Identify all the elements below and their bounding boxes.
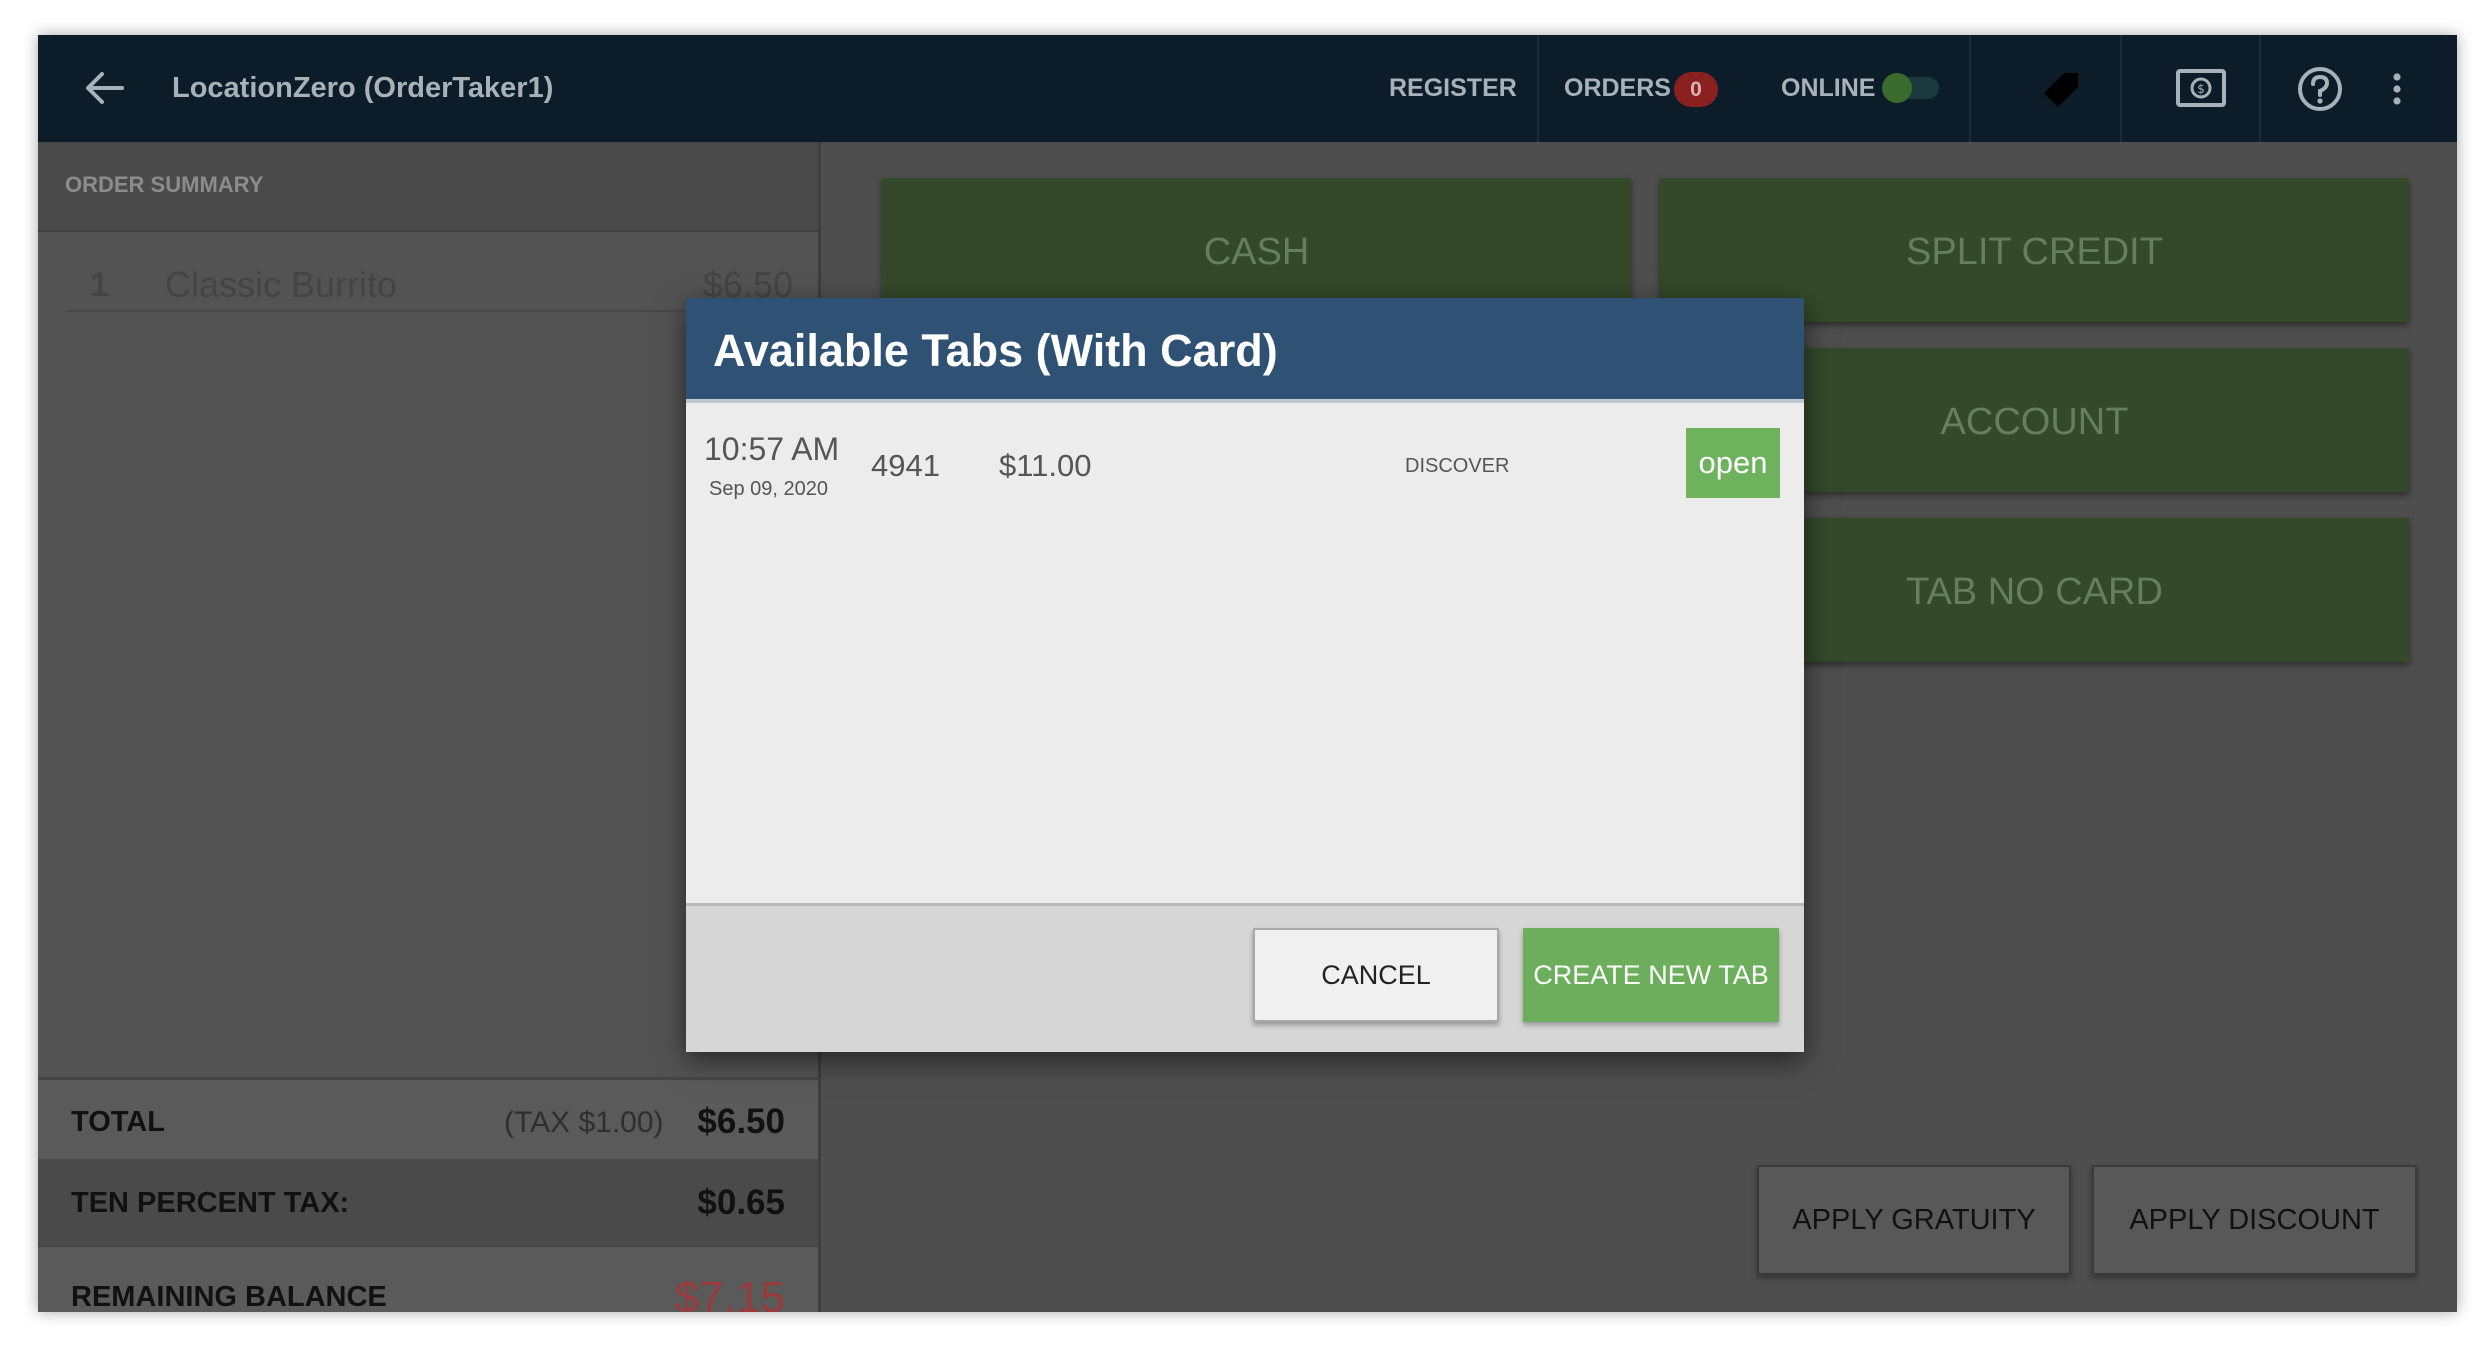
- remaining-balance-label: REMAINING BALANCE: [71, 1281, 387, 1312]
- apply-discount-button[interactable]: APPLY DISCOUNT: [2092, 1165, 2417, 1275]
- app-window: LocationZero (OrderTaker1) REGISTER ORDE…: [38, 35, 2457, 1312]
- remaining-balance-row: REMAINING BALANCE $7.15: [38, 1245, 818, 1312]
- cash-drawer-icon[interactable]: $: [2175, 68, 2227, 108]
- tab-card-type: DISCOVER: [1405, 455, 1510, 477]
- tag-icon[interactable]: [2038, 67, 2084, 113]
- apply-gratuity-button[interactable]: APPLY GRATUITY: [1757, 1165, 2071, 1275]
- create-new-tab-button[interactable]: CREATE NEW TAB: [1523, 928, 1779, 1022]
- order-summary-header: ORDER SUMMARY: [38, 142, 818, 232]
- tab-number: 4941: [871, 448, 940, 483]
- dialog-title: Available Tabs (With Card): [713, 325, 1278, 376]
- svg-text:$: $: [2197, 82, 2205, 96]
- tax-note: (TAX $1.00): [504, 1106, 664, 1139]
- tab-row[interactable]: 10:57 AM Sep 09, 2020 4941 $11.00 DISCOV…: [686, 403, 1804, 523]
- item-quantity: 1: [90, 266, 109, 304]
- back-arrow-icon[interactable]: [82, 68, 126, 108]
- nav-divider: [1969, 35, 1971, 142]
- tax-row: TEN PERCENT TAX: $0.65: [38, 1159, 818, 1245]
- tab-date: Sep 09, 2020: [709, 478, 828, 500]
- more-vert-icon[interactable]: [2391, 71, 2403, 107]
- order-item-row[interactable]: 1 Classic Burrito $6.50: [65, 256, 793, 312]
- tab-open-button[interactable]: open: [1686, 428, 1780, 498]
- help-icon[interactable]: [2296, 65, 2344, 113]
- register-link[interactable]: REGISTER: [1389, 35, 1517, 142]
- nav-divider: [1537, 35, 1539, 142]
- orders-link[interactable]: ORDERS: [1564, 35, 1671, 142]
- cancel-button[interactable]: CANCEL: [1253, 928, 1499, 1022]
- nav-divider: [2259, 35, 2261, 142]
- dialog-header: Available Tabs (With Card): [686, 298, 1804, 403]
- total-label: TOTAL: [71, 1106, 165, 1138]
- tax-value: $0.65: [697, 1183, 785, 1222]
- orders-count-badge: 0: [1674, 72, 1718, 107]
- total-row: TOTAL (TAX $1.00) $6.50: [38, 1077, 818, 1160]
- online-label: ONLINE: [1781, 74, 1876, 102]
- top-bar: LocationZero (OrderTaker1) REGISTER ORDE…: [38, 35, 2457, 142]
- nav-divider: [2120, 35, 2122, 142]
- tab-amount: $11.00: [999, 448, 1092, 483]
- remaining-balance-value: $7.15: [674, 1273, 785, 1312]
- item-name: Classic Burrito: [165, 264, 398, 305]
- online-toggle-knob[interactable]: [1882, 73, 1912, 103]
- tab-time: 10:57 AM: [704, 431, 840, 467]
- total-value: $6.50: [697, 1102, 785, 1141]
- order-summary-heading: ORDER SUMMARY: [65, 172, 264, 197]
- tax-label: TEN PERCENT TAX:: [71, 1187, 350, 1219]
- location-title: LocationZero (OrderTaker1): [172, 72, 554, 104]
